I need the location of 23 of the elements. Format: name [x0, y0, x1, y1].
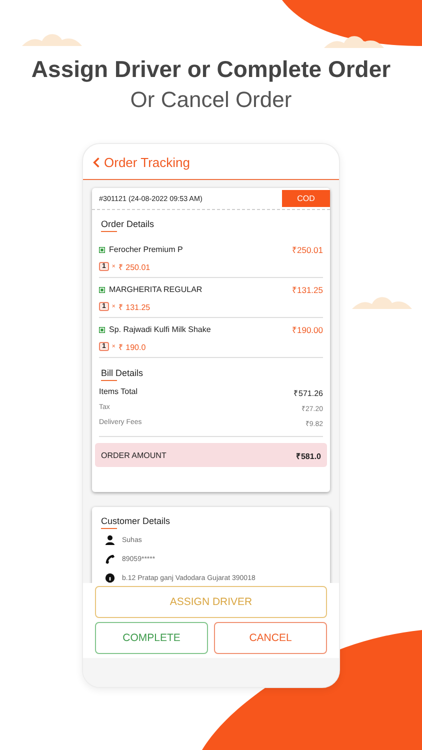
total-value: ₹581.0 — [296, 450, 321, 460]
unit-price: ₹ 190.0 — [118, 342, 146, 352]
subheadline: Or Cancel Order — [129, 87, 293, 113]
item-total: ₹250.01 — [292, 244, 323, 255]
item-total: ₹190.00 — [292, 324, 323, 335]
total-label: ORDER AMOUNT — [101, 450, 166, 460]
unit-price: ₹ 131.25 — [118, 302, 150, 312]
item-name: MARGHERITA REGULAR — [109, 285, 204, 294]
item-total: ₹131.25 — [292, 284, 323, 295]
complete-button[interactable]: COMPLETE — [95, 622, 208, 654]
unit-price: ₹ 250.01 — [118, 262, 150, 272]
headline: Assign Driver or Complete Order — [31, 56, 391, 83]
section-title: Customer Details — [101, 516, 170, 529]
assign-driver-button[interactable]: ASSIGN DRIVER — [95, 586, 327, 618]
item-name: Sp. Rajwadi Kulfi Milk Shake — [109, 325, 212, 334]
cancel-button[interactable]: CANCEL — [214, 622, 327, 654]
screen-title: Order Tracking — [104, 155, 190, 170]
payment-badge: COD — [282, 190, 330, 207]
section-title: Order Details — [101, 219, 154, 232]
section-title: Bill Details — [101, 368, 144, 381]
bill-value: ₹571.26 — [294, 388, 323, 398]
bill-label: Items Total — [99, 387, 138, 398]
item-name: Ferocher Premium P — [109, 245, 184, 254]
